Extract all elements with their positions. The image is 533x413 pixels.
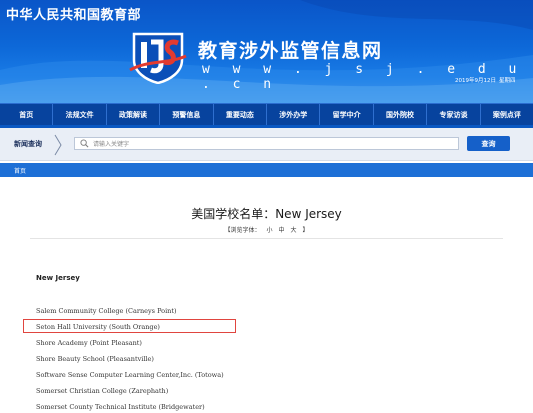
font-medium-button[interactable]: 中 <box>278 227 284 234</box>
font-size-suffix: 】 <box>302 227 309 234</box>
nav-item-interviews[interactable]: 专家访谈 <box>427 104 481 125</box>
list-item: Shore Beauty School (Pleasantville) <box>36 355 154 363</box>
nav-item-foreign-schools-programs[interactable]: 涉外办学 <box>267 104 321 125</box>
nav-item-warnings[interactable]: 预警信息 <box>160 104 214 125</box>
current-date: 2019年9月12日 <box>455 78 496 84</box>
highlight-box <box>23 319 236 333</box>
breadcrumb: 首页 <box>0 163 533 177</box>
list-item: Somerset County Technical Institute (Bri… <box>36 403 205 411</box>
section-heading: New Jersey <box>36 274 80 282</box>
search-label: 新闻查询 <box>14 140 42 148</box>
title-divider <box>30 238 503 239</box>
page-title: 美国学校名单：New Jersey <box>191 207 342 221</box>
list-item: Shore Academy (Point Pleasant) <box>36 339 142 347</box>
site-name: 教育涉外监管信息网 <box>198 40 383 62</box>
main-nav: 首页 法规文件 政策解读 预警信息 重要动态 涉外办学 留学中介 国外院校 专家… <box>0 103 533 125</box>
search-bar: 新闻查询 <box>0 128 533 161</box>
gov-title: 中华人民共和国教育部 <box>6 8 142 23</box>
search-button[interactable]: 查询 <box>467 136 510 151</box>
search-icon <box>80 139 89 148</box>
nav-item-overseas-schools[interactable]: 国外院校 <box>374 104 428 125</box>
chevron-divider-icon <box>54 134 62 156</box>
breadcrumb-home-link[interactable]: 首页 <box>14 166 26 175</box>
list-item: Software Sense Computer Learning Center,… <box>36 371 224 379</box>
nav-item-home[interactable]: 首页 <box>0 104 54 125</box>
font-size-selector: 【浏览字体： 小中大】 <box>0 225 533 234</box>
search-input[interactable] <box>93 137 453 150</box>
nav-item-cases[interactable]: 案例点评 <box>481 104 533 125</box>
site-logo-icon[interactable] <box>128 30 188 84</box>
nav-item-news[interactable]: 重要动态 <box>214 104 268 125</box>
font-large-button[interactable]: 大 <box>291 227 297 234</box>
nav-item-agencies[interactable]: 留学中介 <box>320 104 374 125</box>
site-banner: 中华人民共和国教育部 教育涉外监管信息网 w w w . j s j . e d… <box>0 0 533 103</box>
nav-item-regulations[interactable]: 法规文件 <box>53 104 107 125</box>
current-weekday: 星期四 <box>499 78 516 84</box>
date-line: 2019年9月12日 星期四 <box>455 76 519 84</box>
font-size-prefix: 【浏览字体： <box>224 227 261 234</box>
font-small-button[interactable]: 小 <box>266 227 272 234</box>
nav-item-policy[interactable]: 政策解读 <box>107 104 161 125</box>
list-item: Somerset Christian College (Zarephath) <box>36 387 169 395</box>
